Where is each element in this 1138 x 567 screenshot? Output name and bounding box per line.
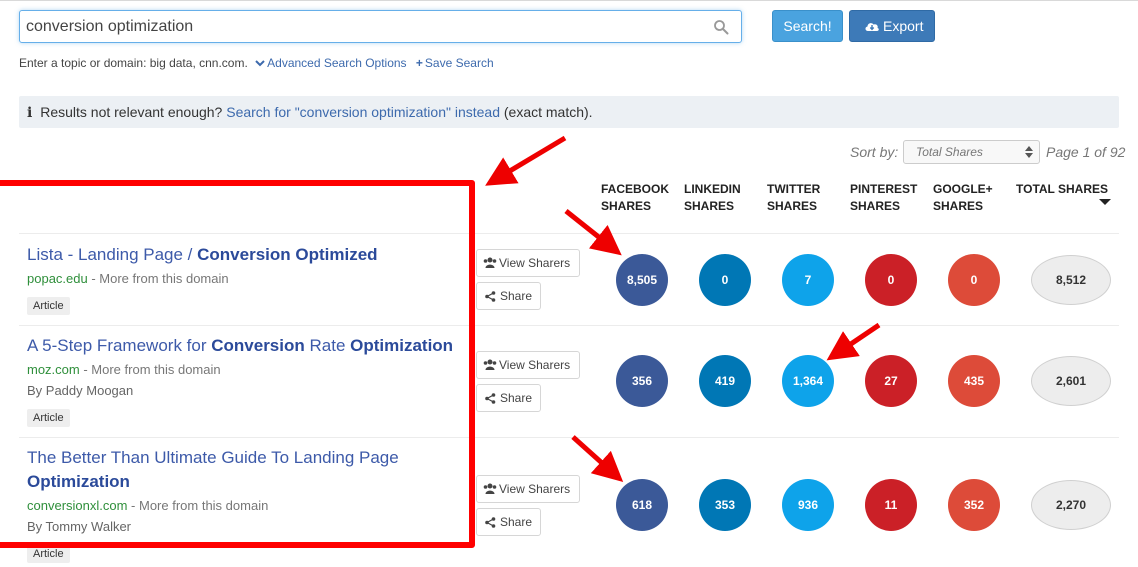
domain-link[interactable]: popac.edu — [27, 271, 88, 286]
advanced-search-link[interactable]: Advanced Search Options — [267, 56, 406, 70]
notice-suffix: (exact match). — [503, 104, 593, 120]
sort-selected-value: Total Shares — [916, 145, 983, 159]
share-button[interactable]: Share — [476, 282, 541, 310]
export-label: Export — [883, 18, 924, 34]
arrow-to-results-icon — [485, 135, 567, 186]
col-googleplus-shares[interactable]: GOOGLE+ SHARES — [933, 181, 993, 215]
share-button[interactable]: Share — [476, 508, 541, 536]
facebook-shares-count: 8,505 — [616, 254, 668, 306]
page-indicator: Page 1 of 92 — [1046, 144, 1126, 160]
sort-desc-caret-icon — [1099, 199, 1111, 205]
result-domain: conversionxl.com - More from this domain — [27, 498, 268, 513]
total-shares-count: 8,512 — [1031, 255, 1111, 305]
users-icon — [483, 483, 497, 494]
googleplus-shares-count: 435 — [948, 355, 1000, 407]
result-domain: popac.edu - More from this domain — [27, 271, 229, 286]
twitter-shares-count: 1,364 — [782, 355, 834, 407]
hint-text: Enter a topic or domain: big data, cnn.c… — [19, 56, 248, 70]
arrow-to-facebook-3-icon — [571, 435, 624, 483]
more-from-domain-link[interactable]: - More from this domain — [88, 271, 228, 286]
domain-link[interactable]: moz.com — [27, 362, 80, 377]
linkedin-shares-count: 0 — [699, 254, 751, 306]
pinterest-shares-count: 0 — [865, 254, 917, 306]
result-author: By Tommy Walker — [27, 519, 132, 534]
export-button[interactable]: Export — [849, 10, 935, 42]
facebook-shares-count: 356 — [616, 355, 668, 407]
result-title-link[interactable]: A 5-Step Framework for Conversion Rate O… — [27, 336, 453, 356]
users-icon — [483, 257, 497, 268]
search-button[interactable]: Search! — [772, 10, 843, 42]
twitter-shares-count: 7 — [782, 254, 834, 306]
col-twitter-shares[interactable]: TWITTER SHARES — [767, 181, 820, 215]
chevron-down-icon[interactable] — [255, 58, 265, 68]
sort-label: Sort by: — [850, 144, 899, 160]
domain-link[interactable]: conversionxl.com — [27, 498, 127, 513]
col-linkedin-shares[interactable]: LINKEDIN SHARES — [684, 181, 741, 215]
arrow-to-facebook-1-icon — [564, 209, 622, 256]
view-sharers-button[interactable]: View Sharers — [476, 249, 580, 277]
share-icon — [485, 291, 496, 302]
result-title-link[interactable]: Lista - Landing Page / Conversion Optimi… — [27, 245, 378, 265]
users-icon — [483, 359, 497, 370]
sort-select[interactable]: Total Shares — [903, 140, 1040, 164]
more-from-domain-link[interactable]: - More from this domain — [127, 498, 268, 513]
total-shares-count: 2,601 — [1031, 356, 1111, 406]
search-hint: Enter a topic or domain: big data, cnn.c… — [19, 56, 494, 70]
save-search-link[interactable]: Save Search — [425, 56, 494, 70]
view-sharers-button[interactable]: View Sharers — [476, 351, 580, 379]
result-domain: moz.com - More from this domain — [27, 362, 221, 377]
col-facebook-shares[interactable]: FACEBOOK SHARES — [601, 181, 669, 215]
info-icon: i — [27, 105, 33, 121]
row-divider — [19, 437, 1119, 438]
type-badge: Article — [27, 545, 70, 563]
col-pinterest-shares[interactable]: PINTEREST SHARES — [850, 181, 917, 215]
top-divider — [0, 0, 1138, 1]
select-arrows-icon — [1025, 146, 1033, 158]
pinterest-shares-count: 27 — [865, 355, 917, 407]
pinterest-shares-count: 11 — [865, 479, 917, 531]
result-title-link[interactable]: The Better Than Ultimate Guide To Landin… — [27, 448, 399, 468]
cloud-download-icon — [865, 23, 879, 31]
row-divider — [19, 325, 1119, 326]
notice-prefix: Results not relevant enough? — [40, 104, 223, 120]
googleplus-shares-count: 352 — [948, 479, 1000, 531]
search-input[interactable] — [26, 11, 706, 42]
share-button[interactable]: Share — [476, 384, 541, 412]
facebook-shares-count: 618 — [616, 479, 668, 531]
search-icon[interactable] — [713, 19, 729, 35]
exact-match-link[interactable]: Search for "conversion optimization" ins… — [226, 104, 500, 120]
type-badge: Article — [27, 409, 70, 427]
result-author: By Paddy Moogan — [27, 383, 134, 398]
linkedin-shares-count: 419 — [699, 355, 751, 407]
more-from-domain-link[interactable]: - More from this domain — [80, 362, 220, 377]
type-badge: Article — [27, 297, 70, 315]
result-title-link-line2[interactable]: Optimization — [27, 472, 130, 492]
arrow-to-twitter-2-icon — [826, 322, 881, 361]
search-box[interactable] — [19, 10, 742, 43]
view-sharers-button[interactable]: View Sharers — [476, 475, 580, 503]
twitter-shares-count: 936 — [782, 479, 834, 531]
total-shares-count: 2,270 — [1031, 480, 1111, 530]
share-icon — [485, 517, 496, 528]
row-divider — [19, 233, 1119, 234]
plus-icon[interactable]: + — [416, 56, 423, 70]
col-total-shares[interactable]: TOTAL SHARES — [1016, 181, 1108, 198]
relevance-notice: i Results not relevant enough? Search fo… — [19, 96, 1119, 128]
googleplus-shares-count: 0 — [948, 254, 1000, 306]
share-icon — [485, 393, 496, 404]
linkedin-shares-count: 353 — [699, 479, 751, 531]
